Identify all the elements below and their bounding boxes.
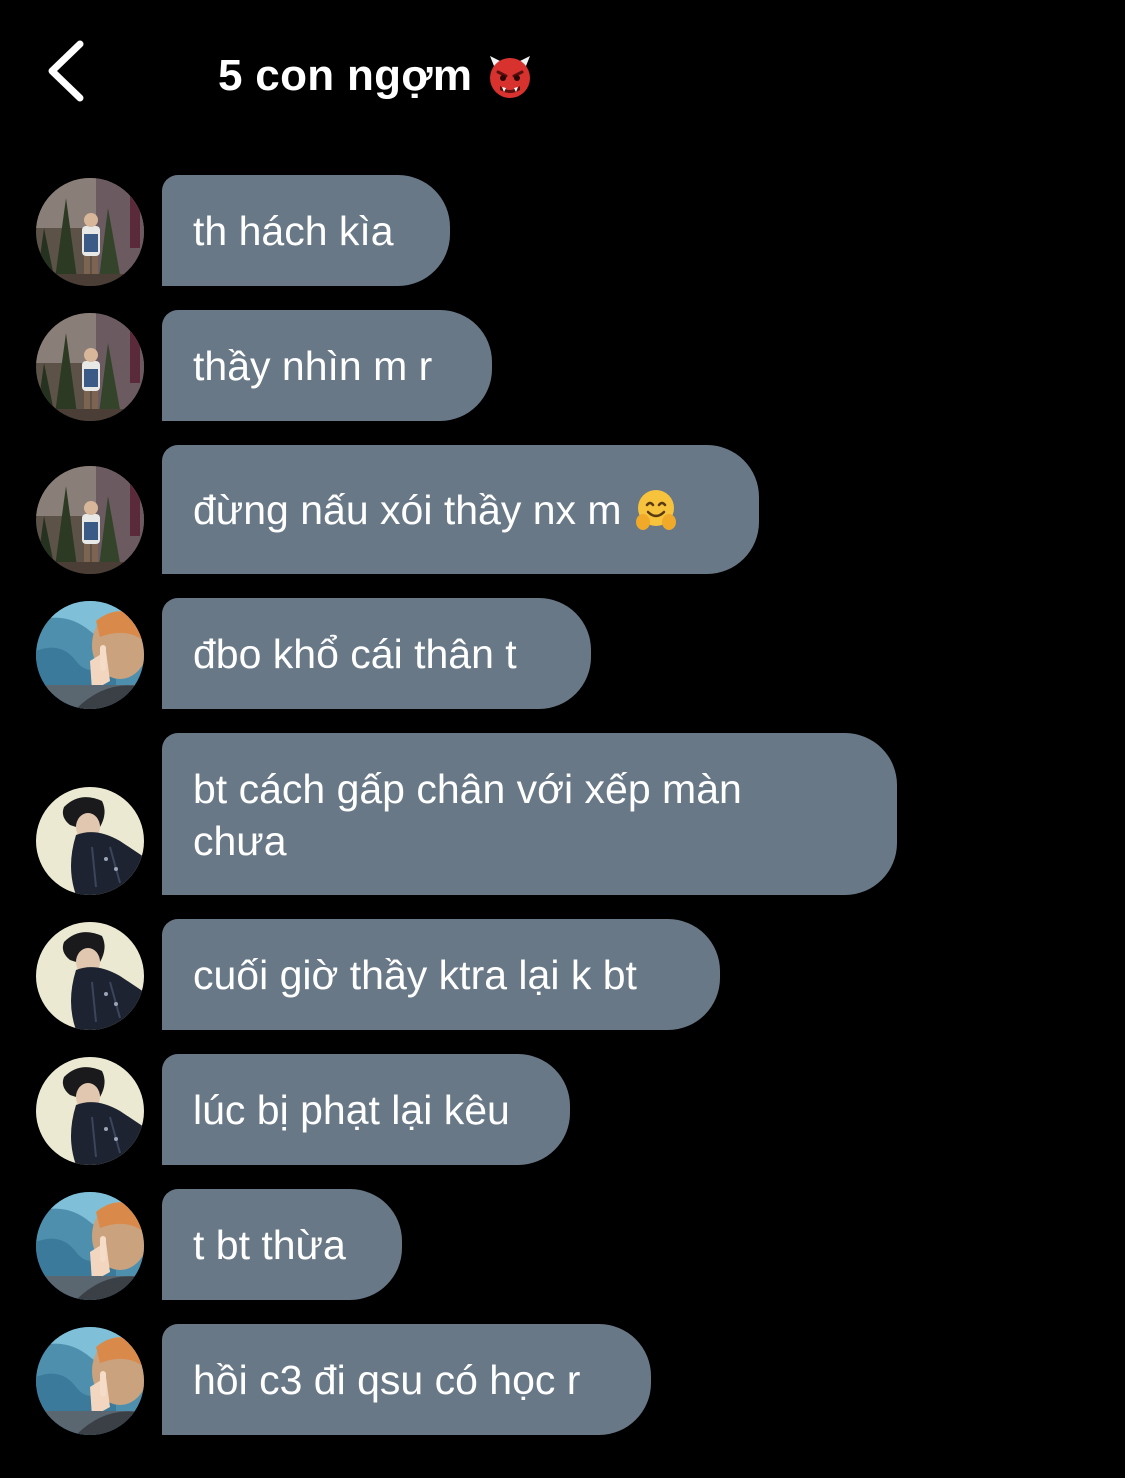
chat-title-text: 5 con ngợm	[218, 51, 473, 100]
avatar[interactable]	[36, 1327, 144, 1435]
avatar[interactable]	[36, 178, 144, 286]
message-bubble[interactable]: thầy nhìn m r	[162, 310, 492, 421]
message-text: thầy nhìn m r	[193, 342, 433, 389]
message-text: hồi c3 đi qsu có học r	[193, 1356, 581, 1403]
chevron-left-icon	[48, 40, 84, 102]
avatar[interactable]	[36, 601, 144, 709]
ogre-icon	[490, 56, 531, 98]
message-text: cuối giờ thầy ktra lại k bt	[193, 951, 637, 998]
message-bubble[interactable]: cuối giờ thầy ktra lại k bt	[162, 919, 720, 1030]
back-button[interactable]	[40, 36, 100, 106]
avatar[interactable]	[36, 1192, 144, 1300]
message-bubble[interactable]: lúc bị phạt lại kêu	[162, 1054, 570, 1165]
avatar[interactable]	[36, 466, 144, 574]
avatar[interactable]	[36, 1057, 144, 1165]
hugging-face-icon	[635, 489, 676, 530]
message-bubble[interactable]: t bt thừa	[162, 1189, 402, 1300]
message-text: đbo khổ cái thân t	[193, 630, 517, 677]
message-text: t bt thừa	[193, 1221, 346, 1268]
message-bubble[interactable]: th hách kìa	[162, 175, 450, 286]
message-text: bt cách gấp chân với xếp màn chưa	[193, 766, 742, 864]
avatar[interactable]	[36, 922, 144, 1030]
avatar[interactable]	[36, 313, 144, 421]
chat-title[interactable]: 5 con ngợm	[218, 44, 534, 108]
message-text: th hách kìa	[193, 207, 394, 254]
message-text: đừng nấu xói thầy nx m	[193, 486, 622, 533]
message-bubble[interactable]: đừng nấu xói thầy nx m	[162, 445, 759, 574]
chat-header: 5 con ngợm	[0, 0, 1125, 150]
message-text: lúc bị phạt lại kêu	[193, 1086, 510, 1133]
message-bubble[interactable]: bt cách gấp chân với xếp màn chưa	[162, 733, 897, 895]
message-bubble[interactable]: đbo khổ cái thân t	[162, 598, 591, 709]
message-bubble[interactable]: hồi c3 đi qsu có học r	[162, 1324, 651, 1435]
avatar[interactable]	[36, 787, 144, 895]
